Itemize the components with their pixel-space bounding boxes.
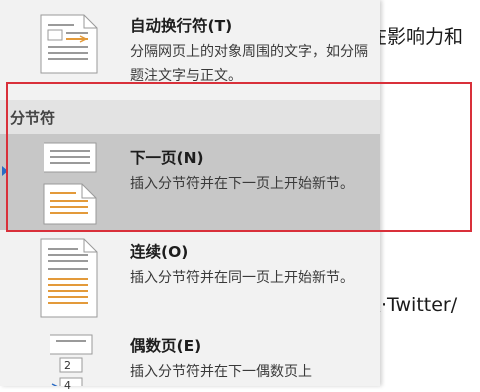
continuous-break-icon: [40, 238, 98, 318]
even-page-break-icon: [50, 334, 93, 386]
text-wrapping-icon: [40, 14, 98, 74]
section-break-header: 分节符: [0, 100, 380, 134]
section-header-label: 分节符: [10, 109, 56, 127]
next-page-break-icon: [43, 142, 97, 225]
menu-item-title: 连续(O): [130, 243, 189, 261]
menu-item-title: 偶数页(E): [130, 337, 202, 355]
menu-item-description: 插入分节符并在下一页上开始新节。: [130, 176, 354, 192]
page-number-label: 2: [64, 359, 71, 372]
menu-item-continuous[interactable]: 连续(O) 插入分节符并在同一页上开始新节。: [0, 230, 380, 326]
menu-item-even-page[interactable]: 2 4 偶数页(E) 插入分节符并在下一偶数页上: [0, 326, 380, 392]
document-text-line: 在影响力和: [368, 26, 464, 48]
menu-item-description: 分隔网页上的对象周围的文字，如分隔题注文字与正文。: [130, 44, 368, 84]
menu-item-title: 自动换行符(T): [130, 17, 233, 35]
menu-item-next-page[interactable]: 下一页(N) 插入分节符并在下一页上开始新节。: [0, 134, 380, 230]
menu-item-text-wrapping[interactable]: 自动换行符(T) 分隔网页上的对象周围的文字，如分隔题注文字与正文。: [0, 0, 380, 100]
menu-item-description: 插入分节符并在下一偶数页上: [130, 364, 312, 380]
selection-indicator-icon: [2, 166, 8, 176]
menu-item-title: 下一页(N): [130, 149, 204, 167]
menu-item-description: 插入分节符并在同一页上开始新节。: [130, 270, 354, 286]
break-dropdown-menu: 自动换行符(T) 分隔网页上的对象周围的文字，如分隔题注文字与正文。 分节符 下…: [0, 0, 380, 392]
